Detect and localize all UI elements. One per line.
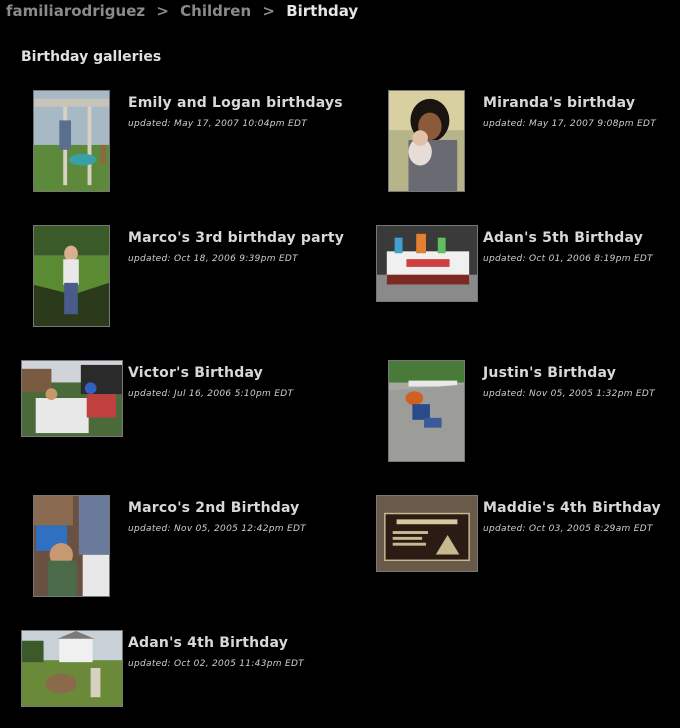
gallery-updated-date: updated: May 17, 2007 9:08pm EDT [483,119,656,129]
breadcrumb: familiarodriguez > Children > Birthday [6,2,358,20]
gallery-thumbnail[interactable] [388,360,465,462]
playground-photo [34,91,109,191]
gallery-updated-date: updated: Oct 01, 2006 8:19pm EDT [483,254,653,264]
gallery-thumbnail[interactable] [21,360,123,437]
gallery-thumbnail[interactable] [33,495,110,597]
gallery-thumbnail[interactable] [33,90,110,192]
sign-plaque-photo [377,496,477,571]
gallery-title-link[interactable]: Maddie's 4th Birthday [483,500,661,516]
gallery-title-link[interactable]: Miranda's birthday [483,95,635,111]
section-title: Birthday galleries [21,49,162,65]
gallery-updated-date: updated: Nov 05, 2005 12:42pm EDT [128,524,306,534]
party-table-photo [22,361,122,436]
breadcrumb-link-familiarodriguez[interactable]: familiarodriguez [6,2,145,20]
gallery-title-link[interactable]: Marco's 2nd Birthday [128,500,300,516]
gallery-title-link[interactable]: Emily and Logan birthdays [128,95,343,111]
birthday-cake-photo [377,226,477,301]
gallery-updated-date: updated: Nov 05, 2005 1:32pm EDT [483,389,655,399]
gallery-thumbnail[interactable] [21,630,123,707]
kids-with-gifts-photo [34,496,109,596]
gallery-updated-date: updated: Oct 18, 2006 9:39pm EDT [128,254,298,264]
gallery-thumbnail[interactable] [33,225,110,327]
gallery-title-link[interactable]: Marco's 3rd birthday party [128,230,344,246]
breadcrumb-separator: > [262,2,275,20]
gallery-thumbnail[interactable] [388,90,465,192]
gallery-title-link[interactable]: Adan's 4th Birthday [128,635,288,651]
breadcrumb-link-children[interactable]: Children [180,2,251,20]
boy-in-yard-photo [34,226,109,326]
breadcrumb-separator: > [156,2,169,20]
backyard-house-photo [22,631,122,706]
gallery-title-link[interactable]: Adan's 5th Birthday [483,230,643,246]
gallery-updated-date: updated: Oct 02, 2005 11:43pm EDT [128,659,304,669]
gallery-updated-date: updated: May 17, 2007 10:04pm EDT [128,119,308,129]
gallery-updated-date: updated: Jul 16, 2006 5:10pm EDT [128,389,294,399]
child-on-sidewalk-photo [389,361,464,461]
breadcrumb-current-birthday: Birthday [286,2,359,20]
gallery-title-link[interactable]: Victor's Birthday [128,365,263,381]
gallery-updated-date: updated: Oct 03, 2005 8:29am EDT [483,524,653,534]
gallery-thumbnail[interactable] [376,495,478,572]
gallery-thumbnail[interactable] [376,225,478,302]
gallery-title-link[interactable]: Justin's Birthday [483,365,616,381]
mother-baby-photo [389,91,464,191]
